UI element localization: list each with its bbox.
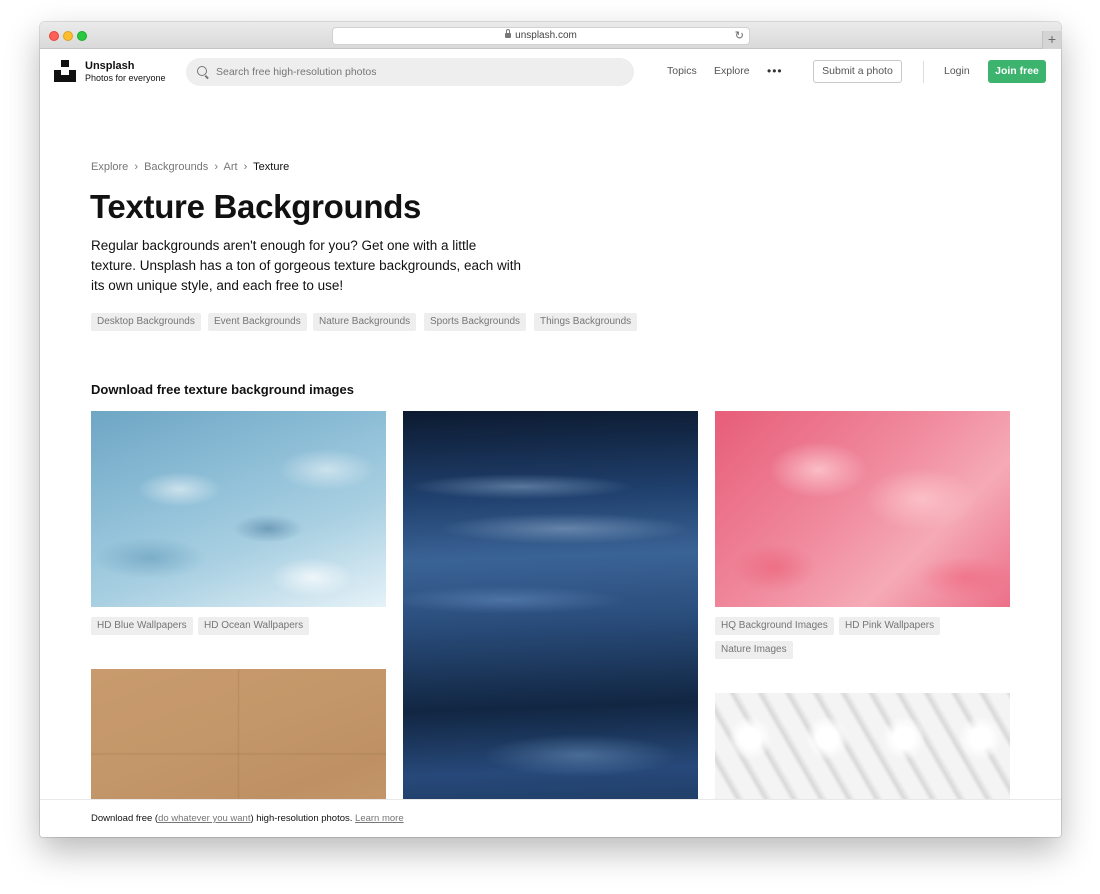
unsplash-logo-icon[interactable] (54, 60, 76, 82)
browser-window: unsplash.com ↻ + Unsplash Photos for eve… (40, 22, 1061, 837)
photo-tag-hq-background-images[interactable]: HQ Background Images (715, 617, 834, 635)
brand-name[interactable]: Unsplash (85, 60, 135, 72)
breadcrumb: Explore › Backgrounds › Art › Texture (91, 161, 289, 173)
photo-navy-brushstroke-texture[interactable] (403, 411, 698, 831)
photo-tag-nature-images[interactable]: Nature Images (715, 641, 793, 659)
photo-tag-hd-pink-wallpapers[interactable]: HD Pink Wallpapers (839, 617, 941, 635)
login-link[interactable]: Login (944, 65, 970, 77)
search-input[interactable] (216, 64, 616, 80)
breadcrumb-separator: › (134, 161, 139, 173)
page-title: Texture Backgrounds (90, 188, 422, 225)
more-options-icon[interactable]: ••• (767, 64, 783, 78)
nav-topics-link[interactable]: Topics (667, 65, 697, 77)
minimize-window-button[interactable] (63, 31, 73, 41)
breadcrumb-item-art[interactable]: Art (224, 161, 238, 173)
photo-blue-water-texture[interactable] (91, 411, 386, 607)
photo-tag-hd-ocean-wallpapers[interactable]: HD Ocean Wallpapers (198, 617, 310, 635)
site-header: Unsplash Photos for everyone Topics Expl… (40, 50, 1061, 94)
browser-titlebar: unsplash.com ↻ + (40, 22, 1061, 49)
search-icon[interactable] (197, 66, 207, 76)
address-bar[interactable]: unsplash.com ↻ (332, 27, 750, 45)
lock-icon (505, 29, 512, 38)
photo-tag-hd-blue-wallpapers[interactable]: HD Blue Wallpapers (91, 617, 193, 635)
license-link[interactable]: do whatever you want (158, 813, 250, 824)
address-text: unsplash.com (515, 30, 577, 41)
new-tab-button[interactable]: + (1042, 31, 1061, 49)
nav-explore-link[interactable]: Explore (714, 65, 750, 77)
license-banner: Download free (do whatever you want) hig… (40, 799, 1061, 837)
related-tag-event-backgrounds[interactable]: Event Backgrounds (208, 313, 307, 331)
related-tag-things-backgrounds[interactable]: Things Backgrounds (534, 313, 638, 331)
related-tag-sports-backgrounds[interactable]: Sports Backgrounds (424, 313, 527, 331)
license-text-end: ) high-resolution photos. (250, 813, 356, 824)
gallery-heading: Download free texture background images (91, 382, 354, 397)
reload-icon[interactable]: ↻ (735, 28, 744, 44)
zoom-window-button[interactable] (77, 31, 87, 41)
close-window-button[interactable] (49, 31, 59, 41)
breadcrumb-item-explore[interactable]: Explore (91, 161, 128, 173)
page-description: Regular backgrounds aren't enough for yo… (91, 238, 522, 293)
related-tag-desktop-backgrounds[interactable]: Desktop Backgrounds (91, 313, 201, 331)
learn-more-link[interactable]: Learn more (355, 813, 404, 824)
page-viewport: Unsplash Photos for everyone Topics Expl… (40, 50, 1061, 837)
nav-divider (923, 61, 924, 83)
breadcrumb-item-texture: Texture (253, 161, 290, 173)
license-text-start: Download free ( (91, 813, 159, 824)
photo-pink-clouds-texture[interactable] (715, 411, 1010, 607)
breadcrumb-item-backgrounds[interactable]: Backgrounds (144, 161, 208, 173)
brand-tagline: Photos for everyone (85, 73, 166, 83)
breadcrumb-separator: › (243, 161, 248, 173)
submit-photo-button[interactable]: Submit a photo (813, 60, 902, 83)
related-tag-nature-backgrounds[interactable]: Nature Backgrounds (313, 313, 417, 331)
search-bar[interactable] (186, 58, 634, 86)
breadcrumb-separator: › (214, 161, 219, 173)
join-free-button[interactable]: Join free (988, 60, 1046, 83)
license-banner-text: Download free (do whatever you want) hig… (91, 813, 404, 824)
